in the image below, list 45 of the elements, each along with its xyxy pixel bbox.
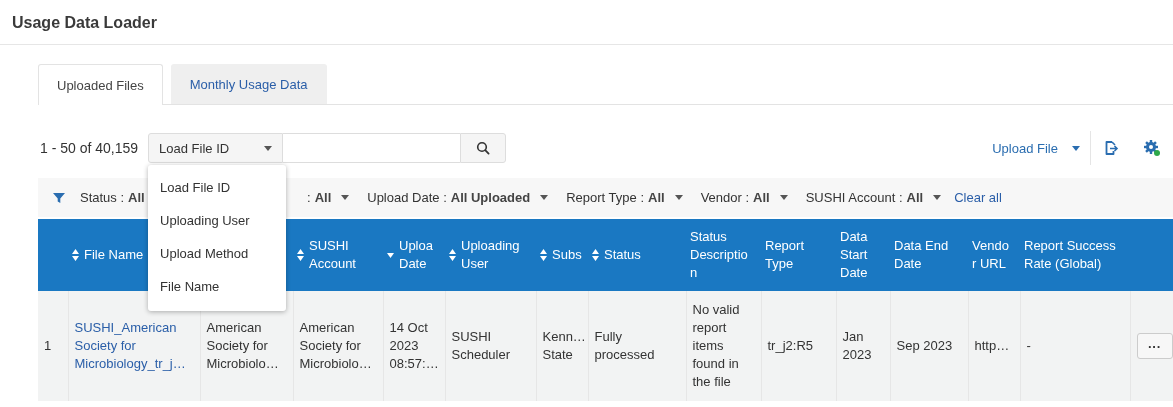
column-header[interactable]: Subs (536, 219, 588, 291)
column-header[interactable]: Status (588, 219, 686, 291)
export-icon (1103, 140, 1119, 156)
tab[interactable]: Uploaded Files (38, 64, 163, 105)
column-header: Status Descriptio n (686, 219, 761, 291)
caret-icon (1072, 145, 1080, 151)
filter-icon (52, 190, 66, 205)
file-name-cell[interactable]: SUSHI_American Society for Microbiology_tr_j… (68, 291, 200, 401)
table-cell: http… (968, 291, 1020, 401)
table-cell: No valid report items found in the file (686, 291, 761, 401)
table-cell: American Society for Microbiolo… (293, 291, 383, 401)
column-header: Data Start Date (836, 219, 890, 291)
search-by-dropdown[interactable]: Load File ID (148, 133, 284, 163)
search-button[interactable] (460, 133, 507, 163)
filter-dropdown[interactable]: Vendor : All (691, 190, 797, 205)
page-title: Usage Data Loader (0, 0, 1173, 45)
table-cell: - (1020, 291, 1130, 401)
table-cell: Sep 2023 (890, 291, 968, 401)
filter-dropdown[interactable]: : All (298, 190, 359, 205)
caret-icon (264, 145, 273, 151)
upload-file-button[interactable]: Upload File (982, 140, 1090, 156)
result-count: 1 - 50 of 40,159 (40, 140, 139, 156)
column-header: Report Type (761, 219, 836, 291)
column-header[interactable]: Uploading User (445, 219, 536, 291)
table-cell: 1 (38, 291, 68, 401)
tab[interactable]: Monthly Usage Data (170, 64, 327, 104)
table-cell: SUSHI Scheduler (445, 291, 536, 401)
column-header: Report Success Rate (Global) (1020, 219, 1130, 291)
more-actions-button[interactable]: ··· (1136, 333, 1173, 359)
filter-dropdown[interactable]: Report Type : All (557, 190, 692, 205)
table-cell: 14 Oct 2023 08:57:… (383, 291, 445, 401)
column-header[interactable]: Uploa Date (383, 219, 445, 291)
column-header[interactable]: SUSHI Account (293, 219, 383, 291)
table-cell: Fully processed (588, 291, 686, 401)
clear-all-link[interactable]: Clear all (954, 190, 1002, 205)
table-cell: Jan 2023 (836, 291, 890, 401)
table-cell: Kenn… State (536, 291, 588, 401)
settings-icon (1143, 139, 1161, 157)
search-field[interactable] (283, 133, 461, 163)
table-cell: tr_j2:R5 (761, 291, 836, 401)
search-icon (476, 141, 491, 155)
column-header: Data End Date (890, 219, 968, 291)
filter-dropdown[interactable]: SUSHI Account : All (796, 190, 951, 205)
column-header: Vendo r URL (968, 219, 1020, 291)
filter-dropdown[interactable]: Upload Date : All Uploaded (358, 190, 558, 205)
